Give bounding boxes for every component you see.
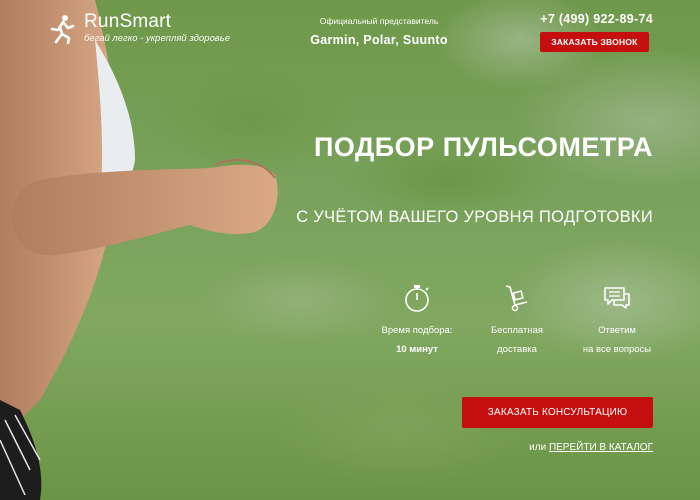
page-subtitle: С УЧЁТОМ ВАШЕГО УРОВНЯ ПОДГОТОВКИ <box>296 208 653 226</box>
contact-block: +7 (499) 922-89-74 ЗАКАЗАТЬ ЗВОНОК <box>540 12 653 52</box>
or-text: или <box>529 442 547 453</box>
feature-line-1: Ответим <box>598 325 636 336</box>
feature-line-2: 10 минут <box>396 344 438 355</box>
feature-support: Ответим на все вопросы <box>562 283 672 355</box>
brand-name: RunSmart <box>84 11 172 32</box>
feature-free-delivery: Бесплатная доставка <box>462 283 572 355</box>
chat-icon <box>604 287 630 309</box>
dealer-label: Официальный представитель <box>319 16 439 26</box>
hand-truck-icon <box>505 285 528 312</box>
callback-button[interactable]: ЗАКАЗАТЬ ЗВОНОК <box>540 32 649 52</box>
catalog-link[interactable]: ПЕРЕЙТИ В КАТАЛОГ <box>549 442 653 453</box>
feature-line-2: на все вопросы <box>582 344 652 355</box>
brand-tagline: бегай легко - укрепляй здоровье <box>84 33 230 44</box>
runner-image <box>0 0 278 500</box>
catalog-link-row: или ПЕРЕЙТИ В КАТАЛОГ <box>529 442 653 453</box>
dealer-info: Официальный представитель Garmin, Polar,… <box>305 16 453 47</box>
feature-line-2: доставка <box>497 344 537 355</box>
runner-logo-icon <box>50 15 75 44</box>
feature-line-1: Время подбора: <box>381 325 453 336</box>
feature-line-1: Бесплатная <box>490 325 544 336</box>
consultation-button[interactable]: ЗАКАЗАТЬ КОНСУЛЬТАЦИЮ <box>462 397 653 428</box>
dealer-brands: Garmin, Polar, Suunto <box>310 33 448 47</box>
phone-number[interactable]: +7 (499) 922-89-74 <box>540 12 653 26</box>
logo[interactable]: RunSmart бегай легко - укрепляй здоровье <box>48 12 230 44</box>
stopwatch-icon <box>405 285 429 312</box>
feature-selection-time: Время подбора: 10 минут <box>362 283 472 355</box>
page-title: ПОДБОР ПУЛЬСОМЕТРА <box>313 132 653 162</box>
